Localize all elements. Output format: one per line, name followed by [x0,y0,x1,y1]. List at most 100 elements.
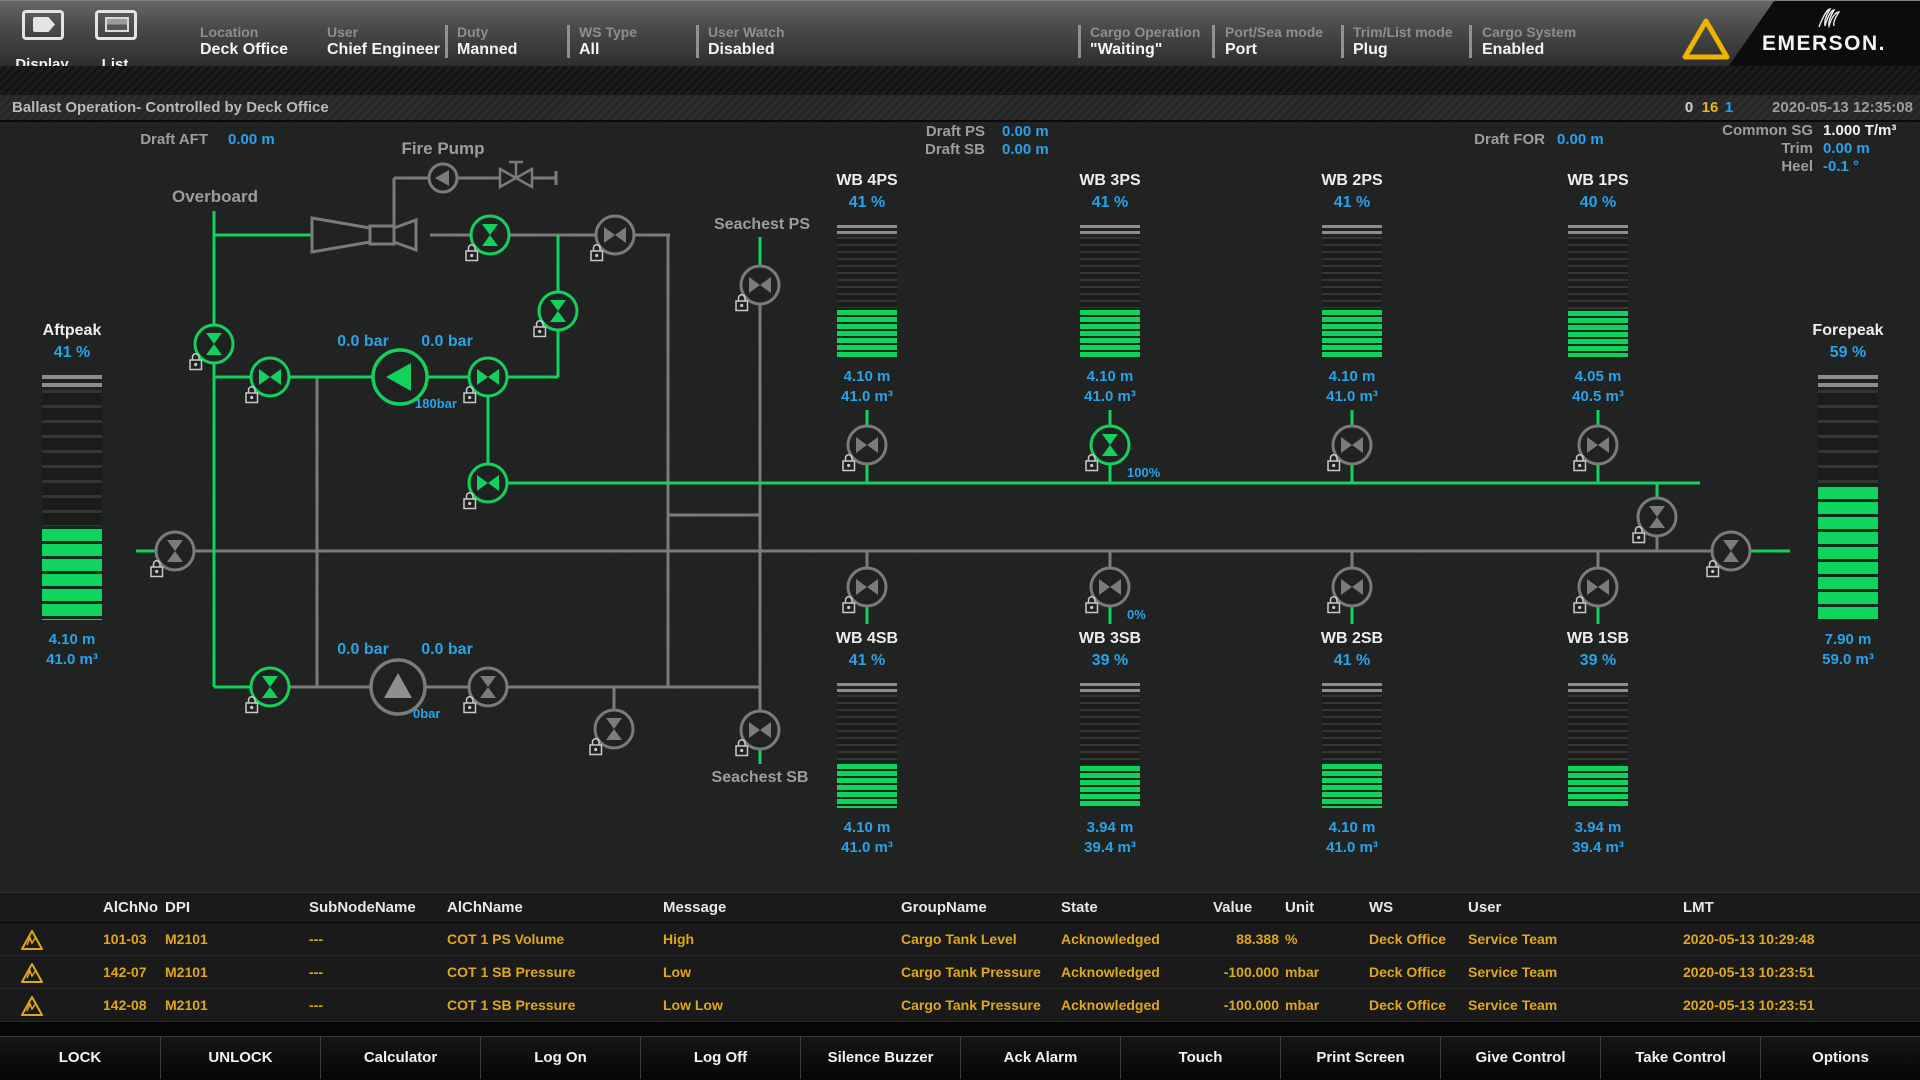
tank-empty [837,695,897,762]
tank-gauge-wb-2sb[interactable] [1322,683,1382,808]
tank-fill [837,308,897,357]
alarm-ack-icon [20,962,44,984]
tank-gauge-wb-2ps[interactable] [1322,225,1382,357]
tank-gauge-wb-4ps[interactable] [837,225,897,357]
cell-user: Service Team [1468,956,1557,989]
field-separator [1469,25,1472,58]
field-value-2: Manned [457,41,517,59]
column-header-value: Value [1213,893,1252,922]
column-header-lmt: LMT [1683,893,1714,922]
tank-gauge-wb-4sb[interactable] [837,683,897,808]
field-label-6: Port/Sea mode [1225,24,1323,40]
tank-cap [1818,375,1878,390]
alarm-row[interactable]: 101-03M2101---COT 1 PS VolumeHighCargo T… [0,923,1920,956]
column-header-alchno: AlChNo [103,893,158,922]
bottom-button-strip: LOCKUNLOCKCalculatorLog OnLog OffSilence… [0,1022,1920,1080]
field-value-1: Chief Engineer [327,41,440,59]
alarm-ack-icon [20,995,44,1017]
tank-gauge-wb-3ps[interactable] [1080,225,1140,357]
alarm-table: AlChNoDPISubNodeNameAlChNameMessageGroup… [0,892,1920,1022]
tank-fill [1818,484,1878,620]
bottom-button-touch[interactable]: Touch [1120,1037,1280,1079]
field-label-2: Duty [457,24,488,40]
alarm-row[interactable]: 142-08M2101---COT 1 SB PressureLow LowCa… [0,989,1920,1022]
tank-cap [1080,225,1140,237]
field-label-4: User Watch [708,24,785,40]
display-icon [22,10,64,40]
column-header-groupname: GroupName [901,893,987,922]
datetime: 2020-05-13 12:35:08 [1772,95,1913,121]
cell-unit: % [1285,923,1297,956]
bottom-button-take-control[interactable]: Take Control [1600,1037,1760,1079]
cell-dpi: M2101 [165,989,208,1022]
tank-cap [837,683,897,695]
tank-gauge-aftpeak[interactable] [42,375,102,620]
cell-alchname: COT 1 SB Pressure [447,956,575,989]
bottom-button-ack-alarm[interactable]: Ack Alarm [960,1037,1120,1079]
cell-alchno: 101-03 [103,923,147,956]
cell-message: Low Low [663,989,723,1022]
tank-fill [1322,762,1382,808]
column-header-ws: WS [1369,893,1393,922]
bottom-button-log-off[interactable]: Log Off [640,1037,800,1079]
bottom-button-lock[interactable]: LOCK [0,1037,160,1079]
title-bar: Ballast Operation- Controlled by Deck Of… [0,95,1920,122]
tank-gauge-wb-3sb[interactable] [1080,683,1140,808]
tank-gauge-wb-1sb[interactable] [1568,683,1628,808]
alarm-count-info: 1 [1722,95,1736,121]
field-label-5: Cargo Operation [1090,24,1200,40]
tank-fill [1568,764,1628,808]
bottom-button-print-screen[interactable]: Print Screen [1280,1037,1440,1079]
field-separator [696,25,699,58]
emerson-scribble-icon [1816,7,1844,29]
ballast-operation-screen: Display List LocationDeck OfficeUserChie… [0,0,1920,1080]
field-label-8: Cargo System [1482,24,1576,40]
cell-lmt: 2020-05-13 10:29:48 [1683,923,1815,956]
bottom-button-bar: LOCKUNLOCKCalculatorLog OnLog OffSilence… [0,1036,1920,1078]
bottom-button-options[interactable]: Options [1760,1037,1920,1079]
column-header-user: User [1468,893,1501,922]
cell-lmt: 2020-05-13 10:23:51 [1683,989,1815,1022]
bottom-button-log-on[interactable]: Log On [480,1037,640,1079]
header-divider-strip [0,66,1920,95]
field-label-0: Location [200,24,258,40]
tank-cap [1322,683,1382,695]
alarm-row[interactable]: 142-07M2101---COT 1 SB PressureLowCargo … [0,956,1920,989]
cell-alchno: 142-08 [103,989,147,1022]
cell-message: High [663,923,694,956]
cell-groupname: Cargo Tank Pressure [901,989,1041,1022]
bottom-button-silence-buzzer[interactable]: Silence Buzzer [800,1037,960,1079]
field-label-7: Trim/List mode [1353,24,1453,40]
field-value-6: Port [1225,41,1257,59]
cell-lmt: 2020-05-13 10:23:51 [1683,956,1815,989]
tank-empty [1818,390,1878,484]
cell-groupname: Cargo Tank Level [901,923,1017,956]
cell-unit: mbar [1285,989,1319,1022]
ballast-diagram-area [0,122,1920,892]
cell-message: Low [663,956,691,989]
alarm-count-active: 16 [1699,95,1721,121]
bottom-button-give-control[interactable]: Give Control [1440,1037,1600,1079]
list-button[interactable]: List [95,10,185,70]
tank-empty [1080,695,1140,764]
cell-state: Acknowledged [1061,923,1160,956]
tank-fill [1080,308,1140,357]
field-separator [1212,25,1215,58]
cell-alchno: 142-07 [103,956,147,989]
column-header-alchname: AlChName [447,893,523,922]
cell-ws: Deck Office [1369,956,1446,989]
bottom-button-calculator[interactable]: Calculator [320,1037,480,1079]
field-separator [1078,25,1081,58]
cell-state: Acknowledged [1061,989,1160,1022]
field-value-3: All [579,41,599,59]
tank-gauge-forepeak[interactable] [1818,375,1878,620]
column-header-state: State [1061,893,1098,922]
column-header-dpi: DPI [165,893,190,922]
bottom-button-unlock[interactable]: UNLOCK [160,1037,320,1079]
field-separator [445,25,448,58]
tank-gauge-wb-1ps[interactable] [1568,225,1628,357]
cell-user: Service Team [1468,989,1557,1022]
field-value-8: Enabled [1482,41,1544,59]
warning-triangle-icon[interactable] [1682,17,1730,61]
tank-empty [42,390,102,526]
